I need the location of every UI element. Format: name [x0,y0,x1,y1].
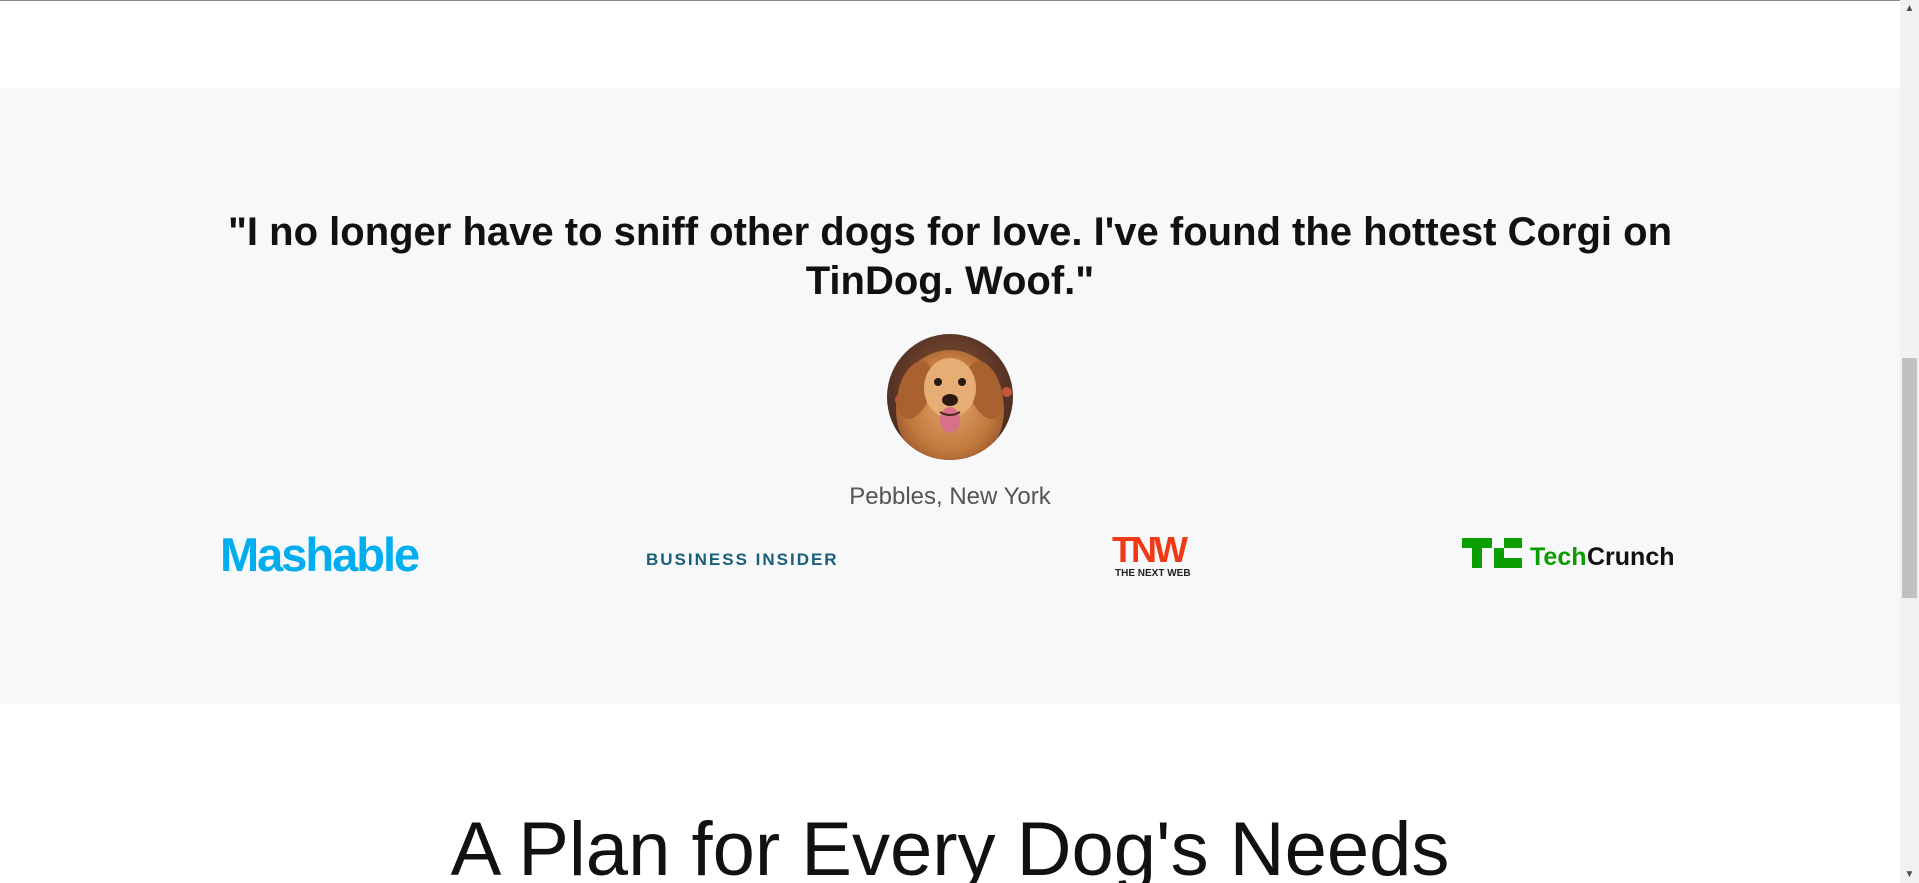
business-insider-logo-text: BUSINESS INSIDER [646,550,839,569]
testimonial-author: Pebbles, New York [849,483,1051,510]
techcrunch-logo: Tech Crunch [1460,526,1675,586]
testimonial-avatar [887,334,1013,460]
techcrunch-logo-crunch: Crunch [1587,543,1675,571]
dog-avatar-image [887,334,1013,460]
pricing-title: A Plan for Every Dog's Needs [450,807,1450,883]
mashable-logo: Mashable [218,526,442,586]
vertical-scrollbar[interactable]: ▲ ▼ [1900,0,1919,883]
tnw-logo-subtitle: THE NEXT WEB [1115,568,1191,579]
testimonial-quote: "I no longer have to sniff other dogs fo… [227,210,1673,303]
techcrunch-logo-tech: Tech [1530,543,1587,571]
scroll-down-icon[interactable]: ▼ [1900,866,1919,883]
tnw-logo: TNW THE NEXT WEB [1110,526,1202,586]
scrollbar-thumb[interactable] [1902,358,1917,598]
techcrunch-mark-icon [1462,538,1522,568]
mashable-logo-text: Mashable [220,528,419,581]
testimonial-section: "I no longer have to sniff other dogs fo… [0,88,1900,704]
tnw-logo-mark: TNW [1112,529,1188,570]
business-insider-logo: BUSINESS INSIDER [640,526,840,586]
page: "I no longer have to sniff other dogs fo… [0,0,1900,883]
top-border [0,0,1900,1]
scroll-up-icon[interactable]: ▲ [1900,0,1919,17]
